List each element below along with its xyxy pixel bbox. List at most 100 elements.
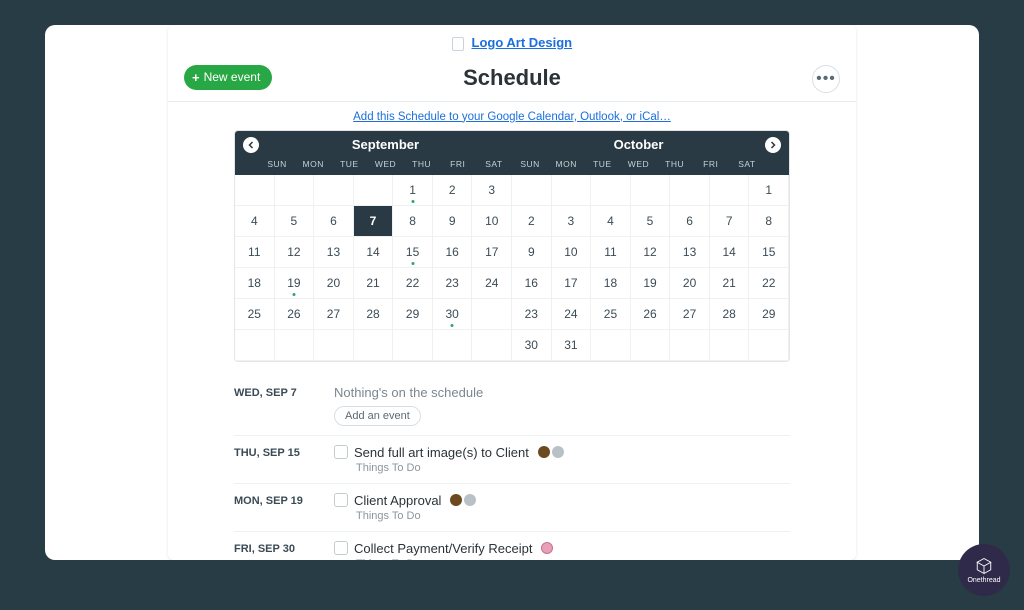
calendar-day[interactable]: 22	[393, 268, 433, 299]
task-checkbox[interactable]	[334, 541, 348, 555]
calendar-day[interactable]: 19	[275, 268, 315, 299]
project-link[interactable]: Logo Art Design	[472, 35, 573, 50]
prev-month-button[interactable]	[243, 137, 259, 153]
calendar-day[interactable]: 30	[433, 299, 473, 330]
calendar-sync-link[interactable]: Add this Schedule to your Google Calenda…	[353, 111, 671, 123]
calendar-day[interactable]: 2	[512, 206, 552, 237]
weekday-header: MON	[548, 159, 584, 169]
calendar-day[interactable]: 7	[710, 206, 750, 237]
calendar-day[interactable]: 20	[314, 268, 354, 299]
calendar-day[interactable]: 31	[552, 330, 592, 361]
task-checkbox[interactable]	[334, 445, 348, 459]
calendar-day[interactable]: 14	[710, 237, 750, 268]
calendar-day[interactable]: 2	[433, 175, 473, 206]
calendar-day[interactable]: 26	[275, 299, 315, 330]
calendar-day[interactable]: 22	[749, 268, 789, 299]
calendar-day[interactable]: 16	[512, 268, 552, 299]
task-category: Things To Do	[356, 510, 790, 522]
page-title: Schedule	[184, 65, 840, 91]
calendar-day[interactable]: 19	[631, 268, 671, 299]
calendar-day[interactable]: 28	[354, 299, 394, 330]
calendar-day[interactable]: 13	[670, 237, 710, 268]
calendar-day[interactable]: 10	[552, 237, 592, 268]
next-month-button[interactable]	[765, 137, 781, 153]
calendar-day[interactable]: 30	[512, 330, 552, 361]
new-event-button[interactable]: + New event	[184, 65, 272, 90]
calendar-day[interactable]: 24	[472, 268, 512, 299]
calendar-day[interactable]: 24	[552, 299, 592, 330]
new-event-label: New event	[204, 70, 261, 84]
more-options-button[interactable]: •••	[812, 65, 840, 93]
calendar-day[interactable]: 13	[314, 237, 354, 268]
calendar-day[interactable]: 1	[393, 175, 433, 206]
calendar-day[interactable]: 29	[749, 299, 789, 330]
calendar-day[interactable]: 25	[235, 299, 275, 330]
add-event-button[interactable]: Add an event	[334, 406, 421, 426]
event-body: Collect Payment/Verify ReceiptThings To …	[334, 541, 790, 560]
brand-label: Onethread	[967, 577, 1000, 584]
calendar-day[interactable]: 4	[235, 206, 275, 237]
calendar-day[interactable]: 17	[552, 268, 592, 299]
calendar-day[interactable]: 11	[235, 237, 275, 268]
calendar-day	[710, 175, 750, 206]
weekday-header: WED	[367, 159, 403, 169]
calendar-day[interactable]: 5	[275, 206, 315, 237]
calendar-day[interactable]: 11	[591, 237, 631, 268]
weekday-header: SUN	[512, 159, 548, 169]
calendar-day[interactable]: 20	[670, 268, 710, 299]
avatar	[538, 446, 550, 458]
calendar-day[interactable]: 14	[354, 237, 394, 268]
event-dot	[411, 262, 414, 265]
calendar-day[interactable]: 8	[393, 206, 433, 237]
calendar-day[interactable]: 12	[631, 237, 671, 268]
calendar-day	[275, 175, 315, 206]
task-title[interactable]: Send full art image(s) to Client	[354, 445, 529, 460]
calendar-day[interactable]: 18	[235, 268, 275, 299]
event-row: FRI, SEP 30Collect Payment/Verify Receip…	[234, 531, 790, 560]
calendar-day[interactable]: 1	[749, 175, 789, 206]
calendar-day	[710, 330, 750, 361]
calendar-day[interactable]: 17	[472, 237, 512, 268]
weekday-header: MON	[295, 159, 331, 169]
calendar-day[interactable]: 10	[472, 206, 512, 237]
task-checkbox[interactable]	[334, 493, 348, 507]
calendar-day	[235, 175, 275, 206]
calendar-day[interactable]: 12	[275, 237, 315, 268]
calendar-day[interactable]: 9	[433, 206, 473, 237]
task-title[interactable]: Client Approval	[354, 493, 441, 508]
chevron-left-icon	[247, 141, 255, 149]
calendar-day[interactable]: 26	[631, 299, 671, 330]
calendar-day[interactable]: 3	[472, 175, 512, 206]
avatar	[450, 494, 462, 506]
calendar-day[interactable]: 21	[710, 268, 750, 299]
task-title[interactable]: Collect Payment/Verify Receipt	[354, 541, 532, 556]
calendar-day[interactable]: 18	[591, 268, 631, 299]
calendar-day[interactable]: 23	[433, 268, 473, 299]
calendar-day[interactable]: 21	[354, 268, 394, 299]
event-date: FRI, SEP 30	[234, 541, 334, 560]
calendar-day[interactable]: 15	[393, 237, 433, 268]
calendar-day[interactable]: 23	[512, 299, 552, 330]
calendar-day[interactable]: 27	[314, 299, 354, 330]
event-row: WED, SEP 7Nothing's on the scheduleAdd a…	[234, 376, 790, 435]
calendar-day[interactable]: 29	[393, 299, 433, 330]
calendar-day[interactable]: 4	[591, 206, 631, 237]
event-date: THU, SEP 15	[234, 445, 334, 474]
calendar-day	[275, 330, 315, 361]
calendar-day[interactable]: 7	[354, 206, 394, 237]
calendar-day[interactable]: 15	[749, 237, 789, 268]
calendar-day[interactable]: 6	[314, 206, 354, 237]
calendar-day[interactable]: 27	[670, 299, 710, 330]
calendar-day[interactable]: 16	[433, 237, 473, 268]
calendar-day[interactable]: 9	[512, 237, 552, 268]
calendar-day[interactable]: 3	[552, 206, 592, 237]
calendar-day	[314, 330, 354, 361]
calendar-day[interactable]: 8	[749, 206, 789, 237]
calendar-day[interactable]: 25	[591, 299, 631, 330]
calendar-day[interactable]: 28	[710, 299, 750, 330]
calendar-day	[433, 330, 473, 361]
calendar-day[interactable]: 6	[670, 206, 710, 237]
document-icon	[452, 37, 464, 51]
month-label-right: October	[512, 137, 765, 152]
calendar-day[interactable]: 5	[631, 206, 671, 237]
